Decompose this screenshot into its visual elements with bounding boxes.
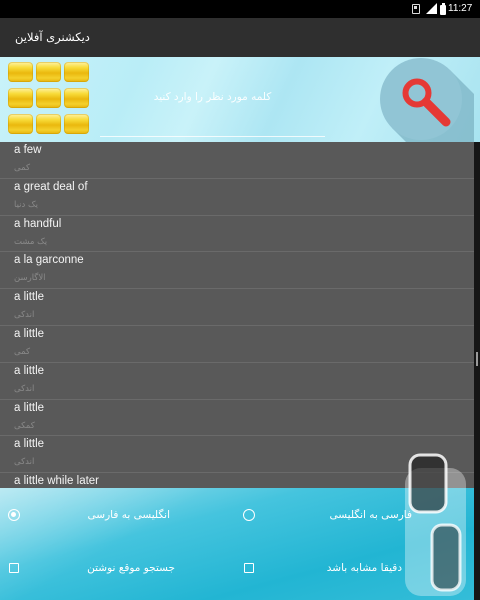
- app-title: دیکشنری آفلاین: [15, 30, 90, 44]
- list-item[interactable]: a little کمی: [0, 326, 474, 363]
- scrollbar[interactable]: [474, 142, 480, 600]
- word-meaning: اندکی: [14, 457, 35, 468]
- word-term: a little: [14, 438, 45, 451]
- list-item[interactable]: a little اندکی: [0, 363, 474, 400]
- radio-label: انگلیسی به فارسی: [87, 509, 170, 521]
- word-meaning: اندکی: [14, 310, 35, 321]
- word-meaning: الاگارسن: [14, 273, 46, 284]
- word-term: a few: [14, 144, 42, 156]
- word-term: a little: [14, 401, 45, 414]
- menu-tile: [64, 88, 89, 108]
- word-meaning: یک مشت: [14, 236, 48, 247]
- watermark-logo: [405, 453, 466, 596]
- status-time: 11:27: [448, 3, 473, 14]
- list-item[interactable]: a few کمی: [0, 142, 474, 179]
- app-screen: 11:27 دیکشنری آفلاین کلمه مورد نظر را وا…: [0, 0, 480, 600]
- search-input[interactable]: [100, 57, 325, 137]
- signal-icon: [426, 3, 437, 14]
- word-meaning: کمی: [14, 163, 31, 173]
- word-term: a little while later: [14, 475, 100, 488]
- list-item[interactable]: a la garconne الاگارسن: [0, 252, 474, 290]
- word-meaning: کمی: [14, 346, 31, 357]
- menu-tile: [36, 114, 61, 134]
- word-term: a great deal of: [14, 180, 88, 193]
- menu-tile: [64, 62, 89, 82]
- menu-tile: [36, 88, 61, 108]
- app-bar: دیکشنری آفلاین: [0, 18, 480, 57]
- list-item[interactable]: a little اندکی: [0, 289, 474, 326]
- status-bar: 11:27: [0, 0, 480, 18]
- checkbox-label: جستجو موقع نوشتن: [87, 562, 175, 574]
- menu-tile: [64, 114, 89, 134]
- list-item[interactable]: a little کمکی: [0, 400, 474, 437]
- checkbox-search-while-typing[interactable]: [9, 563, 19, 573]
- menu-tile: [8, 62, 33, 82]
- scrollbar-thumb[interactable]: [476, 352, 478, 366]
- list-item[interactable]: a great deal of یک دنیا: [0, 179, 474, 216]
- word-meaning: کمکی: [14, 420, 35, 431]
- word-term: a little: [14, 327, 45, 340]
- menu-tile: [8, 88, 33, 108]
- battery-icon: [440, 3, 446, 15]
- word-term: a handful: [14, 217, 62, 230]
- list-item[interactable]: a handful یک مشت: [0, 216, 474, 253]
- menu-tile: [36, 62, 61, 82]
- word-list[interactable]: a few کمی a great deal of یک دنیا a hand…: [0, 142, 474, 488]
- menu-tile: [8, 114, 33, 134]
- radio-english-to-persian[interactable]: [8, 509, 20, 521]
- word-term: a little: [14, 364, 45, 377]
- word-meaning: یک دنیا: [14, 199, 38, 210]
- notification-icon: [412, 4, 420, 14]
- grid-menu-icon[interactable]: [8, 62, 90, 135]
- word-meaning: اندکی: [14, 383, 35, 394]
- word-term: a little: [14, 291, 45, 304]
- word-term: a la garconne: [14, 254, 84, 267]
- search-button[interactable]: [370, 57, 474, 142]
- checkbox-exact-match[interactable]: [244, 563, 254, 573]
- radio-persian-to-english[interactable]: [243, 509, 255, 521]
- search-panel: [0, 57, 480, 142]
